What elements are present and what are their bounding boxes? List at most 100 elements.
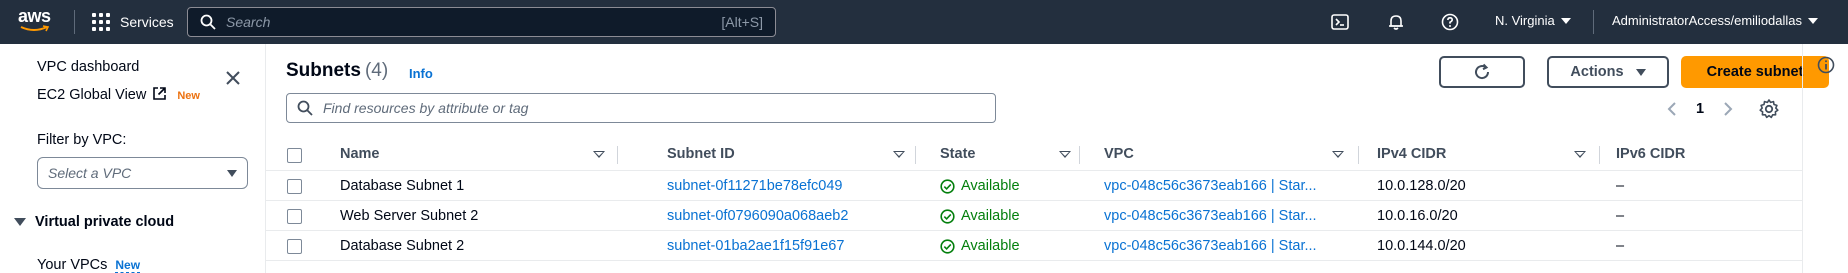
info-link[interactable]: Info bbox=[409, 66, 433, 81]
cell-vpc-link[interactable]: vpc-048c56c3673eab166 | Star... bbox=[1104, 178, 1317, 194]
check-circle-icon bbox=[940, 208, 955, 224]
column-divider[interactable] bbox=[1079, 146, 1080, 164]
aws-logo-text: aws bbox=[18, 6, 51, 26]
column-header-name[interactable]: Name bbox=[340, 146, 380, 162]
current-page-number[interactable]: 1 bbox=[1696, 101, 1704, 117]
aws-smile-icon bbox=[20, 25, 50, 32]
resource-filter-input[interactable]: Find resources by attribute or tag bbox=[286, 93, 996, 123]
column-divider[interactable] bbox=[915, 146, 916, 164]
check-circle-icon bbox=[940, 238, 955, 254]
select-all-checkbox[interactable] bbox=[287, 148, 302, 163]
expand-caret-icon bbox=[14, 218, 26, 226]
search-icon bbox=[200, 14, 216, 30]
sidebar-item-ec2-global-view[interactable]: EC2 Global View New bbox=[37, 86, 200, 103]
column-header-vpc[interactable]: VPC bbox=[1104, 146, 1134, 162]
column-divider[interactable] bbox=[617, 146, 618, 164]
vpc-filter-select[interactable]: Select a VPC bbox=[37, 157, 248, 189]
state-label: Available bbox=[961, 208, 1020, 224]
new-badge: New bbox=[115, 258, 141, 273]
cell-ipv6-cidr: – bbox=[1616, 178, 1625, 194]
notifications-bell-icon[interactable] bbox=[1386, 12, 1406, 32]
cell-state: Available bbox=[940, 208, 1020, 224]
table-row[interactable]: Web Server Subnet 2 subnet-0f0796090a068… bbox=[266, 202, 1802, 231]
sidebar-item-label: EC2 Global View bbox=[37, 87, 147, 103]
column-header-subnet-id[interactable]: Subnet ID bbox=[667, 146, 735, 162]
search-icon bbox=[297, 100, 313, 116]
column-divider[interactable] bbox=[1599, 146, 1600, 164]
search-shortcut-hint: [Alt+S] bbox=[721, 14, 763, 30]
info-circle-icon[interactable] bbox=[1817, 56, 1835, 74]
cell-ipv4-cidr: 10.0.144.0/20 bbox=[1377, 238, 1466, 254]
cell-ipv6-cidr: – bbox=[1616, 238, 1625, 254]
state-label: Available bbox=[961, 238, 1020, 254]
actions-label: Actions bbox=[1570, 64, 1624, 80]
sort-caret-icon[interactable] bbox=[593, 151, 605, 158]
search-placeholder: Search bbox=[226, 14, 271, 30]
cell-state: Available bbox=[940, 178, 1020, 194]
filter-by-vpc-label: Filter by VPC: bbox=[37, 132, 127, 148]
region-label: N. Virginia bbox=[1495, 13, 1555, 28]
column-header-ipv4-cidr[interactable]: IPv4 CIDR bbox=[1377, 146, 1446, 162]
sidebar-item-your-vpcs[interactable]: Your VPCs New bbox=[37, 257, 141, 273]
cell-ipv4-cidr: 10.0.16.0/20 bbox=[1377, 208, 1458, 224]
check-circle-icon bbox=[940, 178, 955, 194]
row-checkbox[interactable] bbox=[287, 239, 302, 254]
section-title: Virtual private cloud bbox=[35, 214, 175, 230]
right-tools-rail bbox=[1802, 44, 1848, 273]
cell-vpc-link[interactable]: vpc-048c56c3673eab166 | Star... bbox=[1104, 238, 1317, 254]
vpc-select-placeholder: Select a VPC bbox=[48, 165, 132, 181]
top-navigation-bar: aws Services Search [Alt+S] N. Virginia … bbox=[0, 0, 1848, 44]
chevron-down-icon bbox=[1808, 17, 1819, 24]
refresh-button[interactable] bbox=[1439, 56, 1525, 88]
account-menu[interactable]: AdministratorAccess/emiliodallas bbox=[1612, 13, 1819, 28]
table-row[interactable]: Database Subnet 2 subnet-01ba2ae1f15f91e… bbox=[266, 232, 1802, 261]
side-navigation: VPC dashboard EC2 Global View New Filter… bbox=[0, 44, 266, 273]
row-checkbox[interactable] bbox=[287, 209, 302, 224]
services-menu-button[interactable]: Services bbox=[92, 10, 174, 34]
region-selector[interactable]: N. Virginia bbox=[1495, 13, 1571, 28]
cloudshell-icon[interactable] bbox=[1330, 12, 1350, 32]
cell-name: Database Subnet 2 bbox=[340, 238, 465, 254]
nav-divider bbox=[74, 10, 75, 34]
sort-caret-icon[interactable] bbox=[1059, 151, 1071, 158]
table-header: Name Subnet ID State VPC IPv4 CIDR IPv6 … bbox=[266, 139, 1802, 171]
chevron-left-icon[interactable] bbox=[1666, 101, 1678, 117]
cell-name: Database Subnet 1 bbox=[340, 178, 465, 194]
subnet-count: (4) bbox=[364, 60, 389, 81]
page-title: Subnets (4) bbox=[286, 60, 388, 82]
help-icon[interactable] bbox=[1440, 12, 1460, 32]
cell-vpc-link[interactable]: vpc-048c56c3673eab166 | Star... bbox=[1104, 208, 1317, 224]
global-search-input[interactable]: Search [Alt+S] bbox=[187, 7, 776, 37]
account-label: AdministratorAccess/emiliodallas bbox=[1612, 13, 1803, 28]
sort-caret-icon[interactable] bbox=[1332, 151, 1344, 158]
chevron-down-icon bbox=[1635, 68, 1646, 76]
actions-button[interactable]: Actions bbox=[1547, 56, 1669, 88]
table-row[interactable]: Database Subnet 1 subnet-0f11271be78efc0… bbox=[266, 172, 1802, 201]
cell-subnet-id-link[interactable]: subnet-0f11271be78efc049 bbox=[667, 178, 843, 194]
nav-divider bbox=[1593, 10, 1594, 34]
cell-subnet-id-link[interactable]: subnet-0f0796090a068aeb2 bbox=[667, 208, 848, 224]
refresh-icon bbox=[1475, 63, 1490, 80]
chevron-down-icon bbox=[1560, 17, 1571, 24]
pagination: 1 bbox=[1666, 97, 1734, 121]
sidebar-item-vpc-dashboard[interactable]: VPC dashboard bbox=[37, 59, 139, 75]
services-grid-icon bbox=[92, 13, 110, 31]
close-icon[interactable] bbox=[224, 69, 242, 87]
sort-caret-icon[interactable] bbox=[893, 151, 905, 158]
cell-ipv4-cidr: 10.0.128.0/20 bbox=[1377, 178, 1466, 194]
chevron-right-icon[interactable] bbox=[1722, 101, 1734, 117]
chevron-down-icon bbox=[227, 169, 237, 177]
new-badge: New bbox=[177, 90, 200, 102]
aws-logo[interactable]: aws bbox=[18, 7, 58, 37]
sort-caret-icon[interactable] bbox=[1574, 151, 1586, 158]
gear-icon[interactable] bbox=[1758, 98, 1780, 120]
external-link-icon bbox=[153, 87, 167, 100]
column-header-ipv6-cidr[interactable]: IPv6 CIDR bbox=[1616, 146, 1685, 162]
section-virtual-private-cloud[interactable]: Virtual private cloud bbox=[14, 214, 174, 230]
cell-ipv6-cidr: – bbox=[1616, 208, 1625, 224]
cell-subnet-id-link[interactable]: subnet-01ba2ae1f15f91e67 bbox=[667, 238, 844, 254]
column-header-state[interactable]: State bbox=[940, 146, 975, 162]
column-divider[interactable] bbox=[1358, 146, 1359, 164]
row-checkbox[interactable] bbox=[287, 179, 302, 194]
main-content: Subnets (4) Info Actions Create subnet Fi… bbox=[266, 44, 1848, 273]
